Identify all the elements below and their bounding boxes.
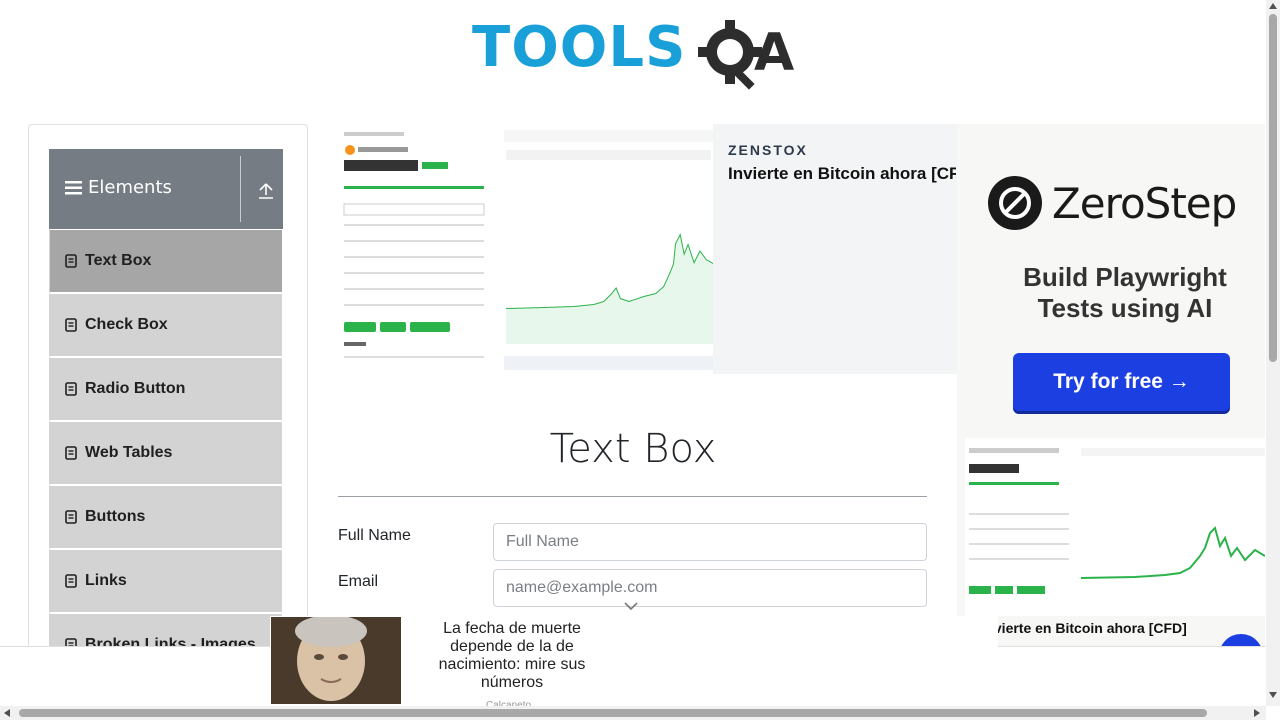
vertical-scroll-thumb[interactable]	[1269, 14, 1277, 362]
sidebar-item-text-box[interactable]: Text Box	[49, 229, 283, 293]
document-icon	[65, 382, 77, 396]
scroll-left-arrow-icon[interactable]	[4, 709, 10, 717]
sidebar-item-links[interactable]: Links	[49, 549, 283, 613]
ad-tagline: Build Playwright Tests using AI	[1023, 262, 1227, 323]
document-icon	[65, 574, 77, 588]
ad-headline[interactable]: Invierte en Bitcoin ahora [CFD]	[728, 164, 956, 184]
sidebar-item-web-tables[interactable]: Web Tables	[49, 421, 283, 485]
zerostep-logo[interactable]: ZeroStep	[988, 176, 1237, 230]
full-name-label: Full Name	[338, 527, 411, 544]
ad-caption[interactable]: ivierte en Bitcoin ahora [CFD]	[990, 620, 1187, 636]
sidebar-item-radio-button[interactable]: Radio Button	[49, 357, 283, 421]
sidebar-item-label: Buttons	[85, 508, 146, 525]
document-icon	[65, 318, 77, 332]
elements-group-header[interactable]: Elements	[49, 149, 283, 229]
header-divider	[240, 156, 241, 222]
title-divider	[338, 496, 927, 497]
email-label: Email	[338, 573, 379, 590]
ad-chart-image	[504, 124, 714, 374]
collapse-icon[interactable]	[256, 181, 276, 201]
sidebar-item-check-box[interactable]: Check Box	[49, 293, 283, 357]
ad-portrait-image[interactable]	[271, 617, 401, 704]
chevron-down-icon[interactable]	[624, 601, 638, 611]
toolsqa-logo[interactable]: TOOLS A	[472, 14, 798, 92]
bottom-ad-text[interactable]: La fecha de muerte depende de la de naci…	[414, 620, 610, 692]
ad-chart-image	[965, 438, 1265, 616]
horizontal-scrollbar[interactable]	[0, 706, 1266, 720]
sidebar-item-label: Radio Button	[85, 380, 186, 397]
sidebar-item-label: Text Box	[85, 252, 152, 269]
top-ad-banner[interactable]	[338, 124, 958, 374]
document-icon	[65, 510, 77, 524]
svg-text:A: A	[754, 23, 794, 83]
sidebar-item-label: Web Tables	[85, 444, 173, 461]
sidebar-menu: Text Box Check Box Radio Button Web Tabl…	[49, 229, 283, 677]
scroll-right-arrow-icon[interactable]	[1254, 709, 1260, 717]
zerostep-icon	[988, 176, 1042, 230]
email-input[interactable]	[493, 569, 927, 607]
try-for-free-button[interactable]: Try for free →	[1013, 353, 1230, 411]
sidebar-item-buttons[interactable]: Buttons	[49, 485, 283, 549]
scroll-down-arrow-icon[interactable]	[1269, 692, 1277, 698]
document-icon	[65, 254, 77, 268]
ad-screenshot-image	[338, 124, 504, 374]
document-icon	[65, 446, 77, 460]
horizontal-scroll-thumb[interactable]	[19, 709, 1207, 717]
page-title: Text Box	[549, 426, 717, 472]
vertical-scrollbar[interactable]	[1266, 0, 1280, 706]
hamburger-icon	[65, 180, 82, 194]
ad-brand[interactable]: ZENSTOX	[728, 142, 808, 158]
zerostep-name: ZeroStep	[1052, 178, 1237, 228]
scroll-up-arrow-icon[interactable]	[1269, 3, 1277, 9]
sidebar-item-label: Links	[85, 572, 127, 589]
group-title: Elements	[88, 177, 172, 198]
svg-text:TOOLS: TOOLS	[472, 15, 686, 80]
sidebar-item-label: Check Box	[85, 316, 168, 333]
full-name-input[interactable]	[493, 523, 927, 561]
